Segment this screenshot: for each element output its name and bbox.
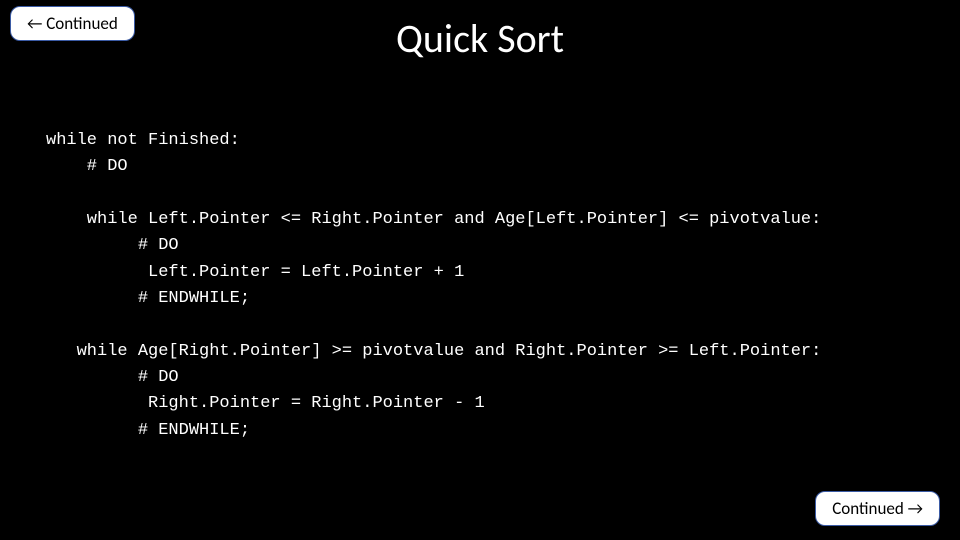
page-title: Quick Sort xyxy=(0,14,960,63)
code-line: Left.Pointer = Left.Pointer + 1 xyxy=(46,263,464,282)
arrow-right-icon: → xyxy=(908,498,923,519)
next-label: Continued xyxy=(832,498,907,519)
code-line: # ENDWHILE; xyxy=(46,289,250,308)
code-line: while not Finished: xyxy=(46,131,240,150)
code-line: while Left.Pointer <= Right.Pointer and … xyxy=(46,210,821,229)
code-line: while Age[Right.Pointer] >= pivotvalue a… xyxy=(46,342,821,361)
next-button[interactable]: Continued → xyxy=(815,491,940,526)
slide: ← Continued Quick Sort while not Finishe… xyxy=(0,0,960,540)
code-line: Right.Pointer = Right.Pointer - 1 xyxy=(46,394,485,413)
code-line: # DO xyxy=(46,236,179,255)
code-line: # DO xyxy=(46,368,179,387)
code-line: # DO xyxy=(46,157,128,176)
code-line: # ENDWHILE; xyxy=(46,421,250,440)
code-block: while not Finished: # DO while Left.Poin… xyxy=(46,128,940,444)
